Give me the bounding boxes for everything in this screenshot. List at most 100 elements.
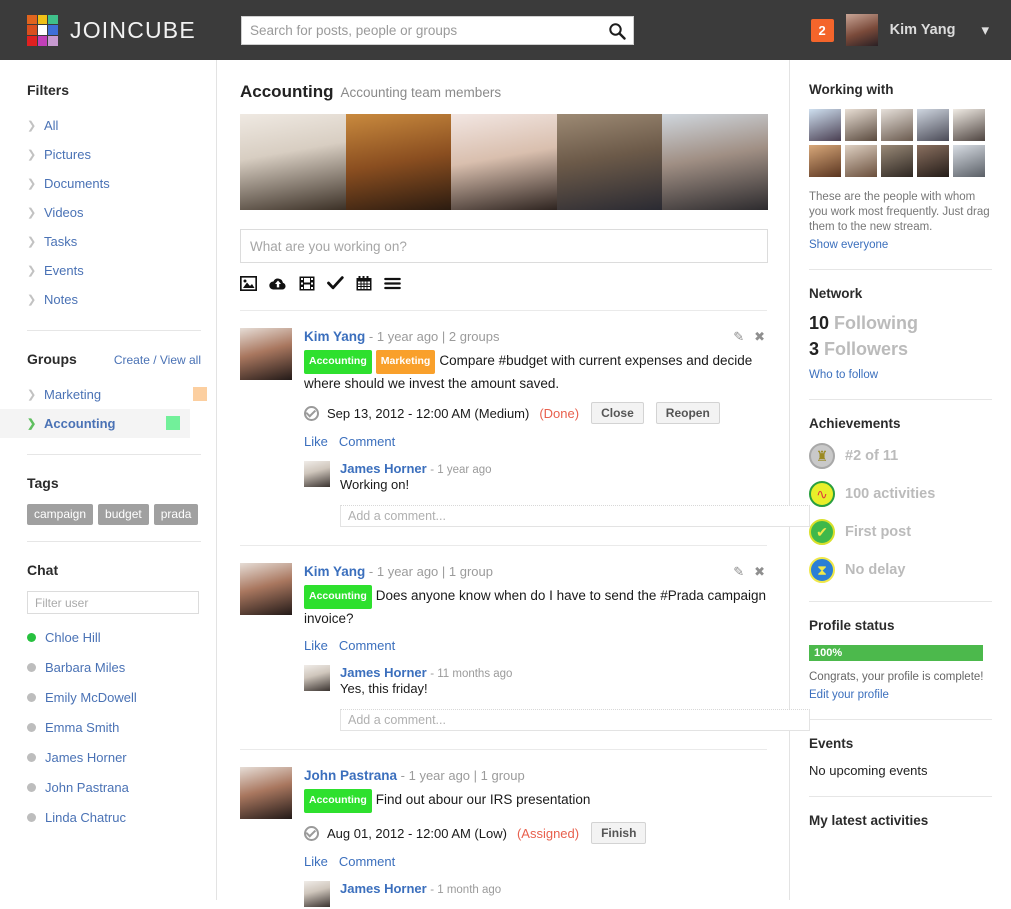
close-icon[interactable]: ✖ xyxy=(754,564,765,580)
chat-user[interactable]: James Horner xyxy=(27,742,216,772)
edit-profile-link[interactable]: Edit your profile xyxy=(809,689,889,701)
post: John Pastrana - 1 year ago | 1 group Acco… xyxy=(240,749,767,909)
sidebar-item-videos[interactable]: ❯ Videos xyxy=(27,198,216,227)
post-author[interactable]: John Pastrana xyxy=(304,768,397,783)
add-comment-input[interactable] xyxy=(340,709,810,731)
task-button-finish[interactable]: Finish xyxy=(591,822,647,844)
task-button-reopen[interactable]: Reopen xyxy=(655,402,720,424)
presence-dot-icon xyxy=(27,752,36,762)
list-icon[interactable] xyxy=(384,277,401,290)
working-with-avatar[interactable] xyxy=(809,109,841,141)
post-author[interactable]: Kim Yang xyxy=(304,564,365,579)
comment-author[interactable]: James Horner xyxy=(340,461,427,476)
post-tag-chip[interactable]: Marketing xyxy=(375,350,436,374)
search-input[interactable] xyxy=(242,17,601,44)
search-button[interactable] xyxy=(601,17,633,44)
sidebar-item-events[interactable]: ❯ Events xyxy=(27,256,216,285)
sidebar-group-label: Accounting xyxy=(44,416,116,431)
check-icon[interactable] xyxy=(327,276,344,290)
achievement-label: First post xyxy=(845,524,912,540)
avatar[interactable] xyxy=(240,563,292,615)
calendar-icon[interactable] xyxy=(356,275,372,291)
show-everyone-link[interactable]: Show everyone xyxy=(809,239,888,251)
tag-prada[interactable]: prada xyxy=(153,504,199,525)
chat-user[interactable]: Emma Smith xyxy=(27,712,216,742)
image-icon[interactable] xyxy=(240,275,257,291)
sidebar-item-notes[interactable]: ❯ Notes xyxy=(27,285,216,314)
like-link[interactable]: Like xyxy=(304,638,328,653)
sidebar-item-tasks[interactable]: ❯ Tasks xyxy=(27,227,216,256)
avatar[interactable] xyxy=(304,461,330,487)
notification-badge[interactable]: 2 xyxy=(810,18,834,42)
who-to-follow-link[interactable]: Who to follow xyxy=(809,369,878,381)
post-tag-chip[interactable]: Accounting xyxy=(304,585,372,609)
logo-cell xyxy=(37,25,48,35)
working-with-avatar[interactable] xyxy=(953,145,985,177)
avatar[interactable] xyxy=(240,328,292,380)
sidebar-group-accounting[interactable]: ❯ Accounting xyxy=(0,409,190,438)
avatar[interactable] xyxy=(304,665,330,691)
chat-filter-input[interactable] xyxy=(27,591,199,614)
sidebar-item-pictures[interactable]: ❯ Pictures xyxy=(27,140,216,169)
cloud-upload-icon[interactable] xyxy=(269,276,287,291)
working-with-avatar[interactable] xyxy=(917,109,949,141)
presence-dot-icon xyxy=(27,632,36,642)
comment-author[interactable]: James Horner xyxy=(340,881,427,896)
post-tag-chip[interactable]: Accounting xyxy=(304,350,372,374)
close-icon[interactable]: ✖ xyxy=(754,329,765,345)
chat-title: Chat xyxy=(27,562,59,578)
search-bar[interactable] xyxy=(241,16,634,45)
tag-budget[interactable]: budget xyxy=(98,504,149,525)
sidebar-item-documents[interactable]: ❯ Documents xyxy=(27,169,216,198)
member-photo[interactable] xyxy=(556,114,663,210)
post-meta: - 1 year ago | 1 group xyxy=(400,768,525,783)
working-with-avatar[interactable] xyxy=(953,109,985,141)
sidebar-item-all[interactable]: ❯ All xyxy=(27,111,216,140)
member-photo[interactable] xyxy=(662,114,768,210)
add-comment-input[interactable] xyxy=(340,505,810,527)
post-composer[interactable] xyxy=(240,229,768,263)
chevron-down-icon[interactable]: ▾ xyxy=(981,21,989,39)
post-author[interactable]: Kim Yang xyxy=(304,329,365,344)
comment-link[interactable]: Comment xyxy=(339,434,395,449)
working-with-avatar[interactable] xyxy=(917,145,949,177)
chat-user[interactable]: John Pastrana xyxy=(27,772,216,802)
chat-user[interactable]: Barbara Miles xyxy=(27,652,216,682)
post-tag-chip[interactable]: Accounting xyxy=(304,789,372,813)
working-with-avatar[interactable] xyxy=(881,145,913,177)
working-with-avatar[interactable] xyxy=(881,109,913,141)
composer-input[interactable] xyxy=(241,238,767,254)
film-icon[interactable] xyxy=(299,276,315,291)
working-with-avatar[interactable] xyxy=(809,145,841,177)
comment-link[interactable]: Comment xyxy=(339,854,395,869)
logo[interactable]: JOINCUBE xyxy=(27,14,196,46)
avatar[interactable] xyxy=(240,767,292,819)
app-header: JOINCUBE 2 Kim Yang ▾ xyxy=(0,0,1011,60)
avatar[interactable] xyxy=(845,14,878,46)
comment-text: Yes, this friday! xyxy=(340,681,428,696)
working-with-avatar[interactable] xyxy=(845,109,877,141)
comment-meta: - 11 months ago xyxy=(430,668,513,680)
chat-user[interactable]: Emily McDowell xyxy=(27,682,216,712)
group-color-swatch xyxy=(166,416,180,430)
sidebar-group-marketing[interactable]: ❯ Marketing xyxy=(27,380,217,409)
avatar[interactable] xyxy=(304,881,330,907)
working-with-avatar[interactable] xyxy=(845,145,877,177)
chat-user[interactable]: Linda Chatruc xyxy=(27,802,216,832)
edit-icon[interactable]: ✎ xyxy=(733,329,744,345)
groups-create-view-all-link[interactable]: Create / View all xyxy=(114,353,201,367)
chat-user[interactable]: Chloe Hill xyxy=(27,622,216,652)
like-link[interactable]: Like xyxy=(304,434,328,449)
comment-author[interactable]: James Horner xyxy=(340,665,427,680)
edit-icon[interactable]: ✎ xyxy=(733,564,744,580)
task-button-close[interactable]: Close xyxy=(591,402,644,424)
member-photo[interactable] xyxy=(451,114,557,210)
member-photo[interactable] xyxy=(240,114,346,210)
member-photo[interactable] xyxy=(345,114,452,210)
user-name[interactable]: Kim Yang xyxy=(890,22,956,38)
tag-campaign[interactable]: campaign xyxy=(27,504,94,525)
comment-link[interactable]: Comment xyxy=(339,638,395,653)
logo-cell xyxy=(37,14,48,25)
like-link[interactable]: Like xyxy=(304,854,328,869)
post: Kim Yang - 1 year ago | 1 group Accountin… xyxy=(240,545,810,733)
